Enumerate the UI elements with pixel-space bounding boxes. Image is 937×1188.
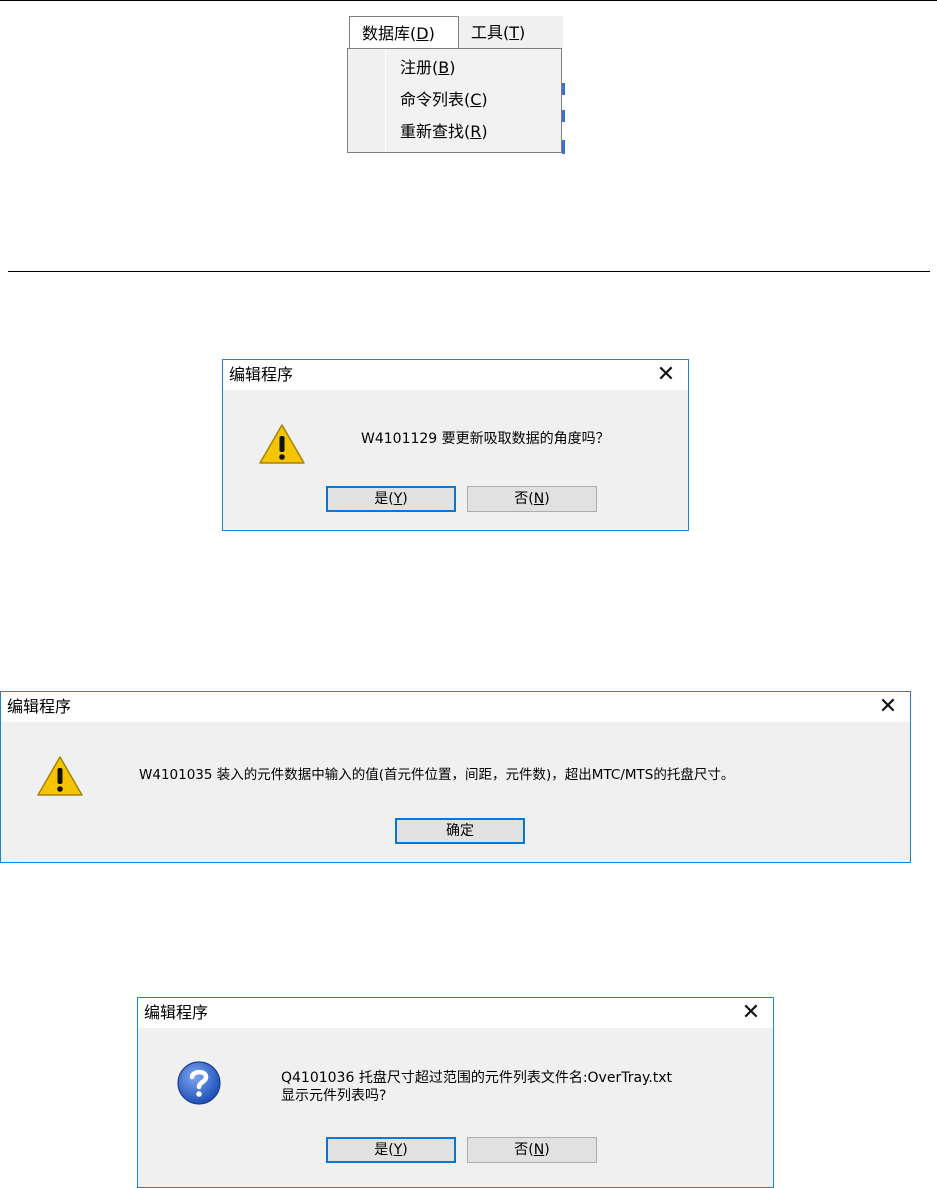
dialog-message-line2: 显示元件列表吗? [281, 1088, 387, 1104]
menu-item-research[interactable]: 重新查找(R) [400, 117, 488, 147]
ok-button-label: 确定 [446, 823, 474, 839]
warning-icon [37, 756, 83, 796]
close-icon[interactable]: ✕ [654, 360, 678, 390]
dialog-message: W4101129 要更新吸取数据的角度吗？ [361, 431, 610, 447]
no-button[interactable]: 否(N) [467, 1137, 597, 1163]
dialog-title: 编辑程序 [7, 697, 72, 716]
no-button[interactable]: 否(N) [467, 486, 597, 512]
background-edge [562, 110, 565, 122]
dialog-show-component-list: 编辑程序 ✕ Q4101036 托盘尺寸超过范围的元件列表文件名:OverTra… [137, 997, 774, 1188]
menu-item-research-accel: R [470, 122, 482, 141]
no-button-label: 否( [514, 491, 534, 507]
dialog-title-bar: 编辑程序 [138, 998, 773, 1028]
yes-button[interactable]: 是(Y) [326, 1137, 456, 1163]
dialog-title: 编辑程序 [144, 1003, 209, 1022]
warning-icon [259, 424, 305, 464]
yes-button-close: ) [402, 491, 408, 507]
menu-item-command-list-accel: C [470, 90, 482, 109]
menu-tab-tools-accel: T [509, 23, 520, 42]
menu-item-command-list-close: ) [481, 90, 488, 109]
yes-button[interactable]: 是(Y) [326, 486, 456, 512]
menu-tab-tools[interactable]: 工具(T) [459, 16, 563, 49]
background-edge [562, 140, 565, 154]
dialog-tray-size-error: 编辑程序 ✕ W4101035 装入的元件数据中输入的值(首元件位置，间距，元件… [0, 691, 911, 863]
yes-button-label: 是( [374, 1142, 394, 1158]
menu-item-register-close: ) [449, 58, 456, 77]
yes-button-close: ) [402, 1142, 408, 1158]
dialog-update-angle: 编辑程序 ✕ W4101129 要更新吸取数据的角度吗？ 是(Y) 否(N) [222, 359, 689, 531]
dialog-message: W4101035 装入的元件数据中输入的值(首元件位置，间距，元件数)，超出MT… [139, 767, 735, 783]
ok-button[interactable]: 确定 [395, 818, 525, 844]
dialog-title: 编辑程序 [229, 365, 294, 384]
menu-item-research-label: 重新查找( [400, 122, 471, 141]
menu-item-register[interactable]: 注册(B) [400, 53, 455, 83]
menu-item-register-label: 注册( [400, 58, 439, 77]
menu-tab-tools-label: 工具( [471, 23, 510, 42]
database-dropdown-menu: 注册(B) 命令列表(C) 重新查找(R) [347, 48, 562, 153]
menu-tab-tools-close: ) [519, 23, 526, 42]
no-button-accel: N [533, 491, 545, 507]
question-icon [177, 1061, 221, 1105]
yes-button-label: 是( [374, 491, 394, 507]
no-button-accel: N [533, 1142, 545, 1158]
menu-bar: 数据库(D) 工具(T) [349, 16, 563, 49]
menu-item-research-close: ) [481, 122, 488, 141]
menu-tab-database-accel: D [416, 24, 429, 43]
background-edge [562, 83, 565, 95]
menu-tab-database-close: ) [428, 24, 435, 43]
menu-item-register-accel: B [438, 58, 450, 77]
menu-tab-database-label: 数据库( [362, 24, 417, 43]
no-button-close: ) [544, 491, 550, 507]
dialog-message-line1: Q4101036 托盘尺寸超过范围的元件列表文件名:OverTray.txt [281, 1070, 673, 1086]
close-icon[interactable]: ✕ [739, 998, 763, 1028]
menu-gutter [349, 50, 386, 151]
no-button-close: ) [544, 1142, 550, 1158]
yes-button-accel: Y [393, 1142, 403, 1158]
dialog-title-bar: 编辑程序 [1, 692, 910, 722]
menu-item-command-list-label: 命令列表( [400, 90, 471, 109]
dialog-title-bar: 编辑程序 [223, 360, 688, 390]
top-rule [0, 0, 937, 1]
menu-item-command-list[interactable]: 命令列表(C) [400, 85, 488, 115]
section-divider [8, 271, 930, 272]
no-button-label: 否( [514, 1142, 534, 1158]
menu-tab-database[interactable]: 数据库(D) [349, 16, 459, 49]
yes-button-accel: Y [393, 491, 403, 507]
close-icon[interactable]: ✕ [876, 692, 900, 722]
